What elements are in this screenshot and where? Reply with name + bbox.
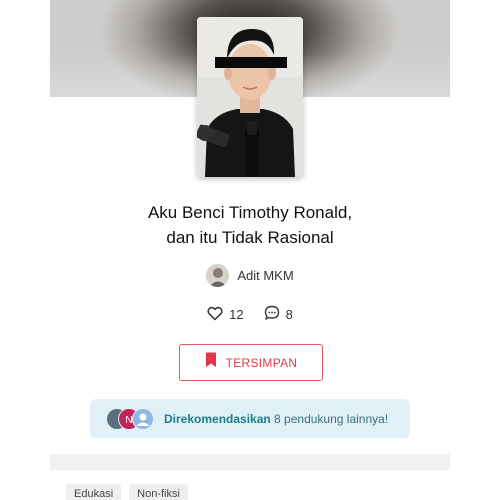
tag-list: Edukasi Non-fiksi: [66, 484, 188, 500]
comment-bubble-icon: [264, 305, 280, 324]
like-stat[interactable]: 12: [207, 305, 244, 324]
saved-bookmark-button[interactable]: TERSIMPAN: [179, 344, 323, 381]
tag-chip[interactable]: Edukasi: [66, 484, 122, 500]
content-column: Aku Benci Timothy Ronald, dan itu Tidak …: [50, 0, 450, 500]
story-page: Aku Benci Timothy Ronald, dan itu Tidak …: [0, 0, 500, 500]
comment-stat[interactable]: 8: [264, 305, 293, 324]
story-cover-image[interactable]: [197, 17, 303, 177]
author-row[interactable]: Adit MKM: [50, 264, 450, 287]
recommender-avatars: N: [106, 407, 158, 430]
section-divider: [50, 454, 450, 470]
recommender-avatar-3: [132, 407, 154, 430]
story-title-line-2: dan itu Tidak Rasional: [166, 228, 334, 247]
recommendation-highlight: Direkomendasikan: [164, 411, 271, 426]
bookmark-icon: [205, 352, 217, 373]
recommendation-text: Direkomendasikan 8 pendukung lainnya!: [164, 412, 388, 426]
tag-chip[interactable]: Non-fiksi: [129, 484, 188, 500]
story-title-line-1: Aku Benci Timothy Ronald,: [147, 203, 353, 222]
heart-icon: [207, 306, 223, 324]
recommendation-rest: 8 pendukung lainnya!: [270, 411, 389, 426]
story-title: Aku Benci Timothy Ronald, dan itu Tidak …: [50, 200, 450, 250]
author-avatar[interactable]: [206, 264, 230, 287]
comment-count: 8: [285, 307, 293, 322]
saved-button-label: TERSIMPAN: [225, 355, 298, 370]
recommendation-bar[interactable]: N Direkomendasikan 8 pendukung lainnya!: [90, 399, 410, 438]
like-count: 12: [229, 307, 244, 322]
author-name[interactable]: Adit MKM: [237, 268, 293, 283]
story-stats: 12 8: [50, 305, 450, 324]
